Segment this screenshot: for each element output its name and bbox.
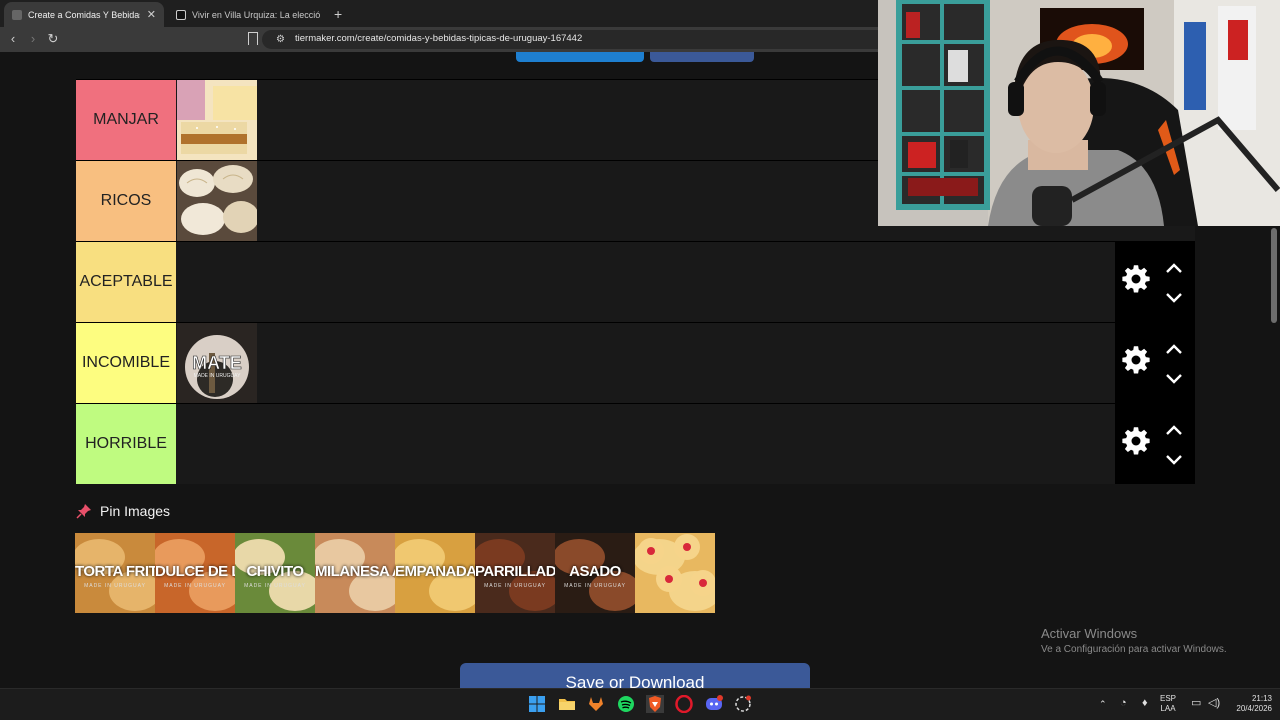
svg-text:MATE: MATE: [192, 353, 242, 373]
pin-images-label: Pin Images: [100, 503, 171, 519]
pin-image-item[interactable]: EMPANADA: [395, 533, 475, 613]
pin-image-subtitle: MADE IN URUGUAY: [564, 583, 626, 589]
tab-tiermaker[interactable]: Create a Comidas Y Bebidas Típicas de Ur…: [4, 2, 164, 27]
pin-image-title: CHIVITO: [246, 563, 304, 580]
tier-row-aceptable[interactable]: ACEPTABLE: [76, 241, 1195, 322]
svg-text:MADE IN URUGUAY: MADE IN URUGUAY: [194, 373, 242, 379]
pin-image-title: EMPANADA: [395, 563, 475, 580]
pin-image-item[interactable]: CHIVITO MADE IN URUGUAY: [235, 533, 315, 613]
move-tier-up-icon[interactable]: [1165, 262, 1183, 274]
move-tier-up-icon[interactable]: [1165, 343, 1183, 355]
url-text[interactable]: tiermaker.com/create/comidas-y-bebidas-t…: [295, 33, 582, 44]
back-button[interactable]: ‹: [4, 30, 22, 48]
activation-subtitle: Ve a Configuración para activar Windows.: [1041, 644, 1227, 655]
tier-item-image[interactable]: MATE MADE IN URUGUAY: [177, 323, 257, 403]
gitlab-icon[interactable]: [587, 695, 605, 713]
top-button-left[interactable]: [516, 52, 644, 62]
move-tier-up-icon[interactable]: [1165, 424, 1183, 436]
windows-activation-notice: Activar Windows Ve a Configuración para …: [1041, 626, 1227, 655]
tier-label-aceptable[interactable]: ACEPTABLE: [76, 242, 176, 322]
pin-image-item[interactable]: TORTA FRITA MADE IN URUGUAY: [75, 533, 155, 613]
microphone-icon[interactable]: ♦: [1142, 698, 1148, 709]
tier-item-image[interactable]: [177, 80, 257, 160]
discord-icon[interactable]: [705, 695, 723, 713]
pin-image-subtitle: MADE IN URUGUAY: [244, 583, 306, 589]
pin-image-title: MILANESA AL PAN: [315, 563, 395, 580]
tier-row-incomible[interactable]: INCOMIBLE MATE MADE IN URUGUAY: [76, 322, 1195, 403]
volume-icon[interactable]: ◁): [1208, 698, 1220, 709]
pin-images-strip: TORTA FRITAMADE IN URUGUAYDULCE DE LECHE…: [75, 533, 715, 613]
pin-image-title: DULCE DE LECHE: [155, 563, 235, 580]
top-button-right[interactable]: [650, 52, 754, 62]
tray-app-icon[interactable]: ◔: [1120, 698, 1127, 709]
tier-settings-gear-icon[interactable]: [1121, 264, 1151, 294]
tier-settings-gear-icon[interactable]: [1121, 345, 1151, 375]
webcam-overlay: [878, 0, 1280, 226]
clock-time: 21:13: [1251, 694, 1272, 703]
pin-image-item[interactable]: DULCE DE LECHE MADE IN URUGUAY: [155, 533, 235, 613]
tab-title: Create a Comidas Y Bebidas Típicas de Ur…: [28, 9, 140, 20]
bookmark-icon[interactable]: [248, 32, 258, 45]
keyboard-layout: LAA: [1160, 704, 1176, 713]
tier-controls: [1115, 404, 1195, 484]
network-icon[interactable]: ▭: [1191, 698, 1201, 709]
tier-label-horrible[interactable]: HORRIBLE: [76, 404, 176, 484]
pin-image-subtitle: MADE IN URUGUAY: [84, 583, 146, 589]
tier-row-horrible[interactable]: HORRIBLE: [76, 403, 1195, 484]
clock-date: 20/4/2026: [1236, 704, 1272, 713]
brave-browser-icon[interactable]: [646, 695, 664, 713]
tier-settings-gear-icon[interactable]: [1121, 426, 1151, 456]
forward-button[interactable]: ›: [24, 30, 42, 48]
move-tier-down-icon[interactable]: [1165, 292, 1183, 304]
clock[interactable]: 21:13 20/4/2026: [1226, 694, 1272, 714]
site-info-icon[interactable]: ⚙: [276, 34, 285, 45]
new-tab-button[interactable]: +: [334, 6, 342, 22]
windows-taskbar: [0, 688, 1280, 720]
pin-images-header: Pin Images: [76, 503, 170, 519]
language-indicator[interactable]: ESP LAA: [1160, 694, 1176, 714]
windows-start-icon[interactable]: [528, 695, 546, 713]
pin-image-title: TORTA FRITA: [75, 563, 155, 580]
tray-chevron-icon[interactable]: ⌃: [1099, 699, 1107, 709]
tab-title: Vivir en Villa Urquiza: La elección perf…: [192, 9, 320, 20]
pin-image-subtitle: MADE IN URUGUAY: [164, 583, 226, 589]
move-tier-down-icon[interactable]: [1165, 373, 1183, 385]
tier-controls: [1115, 242, 1195, 322]
pin-image-item[interactable]: [635, 533, 715, 613]
spotify-icon[interactable]: [617, 695, 635, 713]
tier-item-image[interactable]: [177, 161, 257, 241]
pin-image-title: ASADO: [569, 563, 621, 580]
streamer-webcam-image: [878, 0, 1280, 226]
reload-button[interactable]: ↻: [44, 30, 62, 48]
tier-controls: [1115, 323, 1195, 403]
pin-image-item[interactable]: PARRILLADA MADE IN URUGUAY: [475, 533, 555, 613]
file-explorer-icon[interactable]: [558, 695, 576, 713]
close-tab-icon[interactable]: ✕: [141, 8, 156, 21]
app-settings-icon[interactable]: [734, 695, 752, 713]
opera-icon[interactable]: [675, 695, 693, 713]
tier-label-manjar[interactable]: MANJAR: [76, 80, 176, 160]
page-scrollbar[interactable]: [1271, 228, 1277, 323]
activation-title: Activar Windows: [1041, 626, 1138, 641]
tab-tiktok[interactable]: Vivir en Villa Urquiza: La elección perf…: [168, 2, 328, 27]
tiermaker-favicon-icon: [12, 9, 22, 20]
language-code: ESP: [1160, 694, 1177, 703]
pin-image-item[interactable]: ASADO MADE IN URUGUAY: [555, 533, 635, 613]
tiktok-favicon-icon: [176, 9, 186, 20]
move-tier-down-icon[interactable]: [1165, 454, 1183, 466]
pin-image-title: PARRILLADA: [475, 563, 555, 580]
pin-icon[interactable]: [76, 503, 92, 519]
tier-label-incomible[interactable]: INCOMIBLE: [76, 323, 176, 403]
pin-image-subtitle: MADE IN URUGUAY: [484, 583, 546, 589]
pin-image-item[interactable]: MILANESA AL PAN: [315, 533, 395, 613]
tier-label-ricos[interactable]: RICOS: [76, 161, 176, 241]
